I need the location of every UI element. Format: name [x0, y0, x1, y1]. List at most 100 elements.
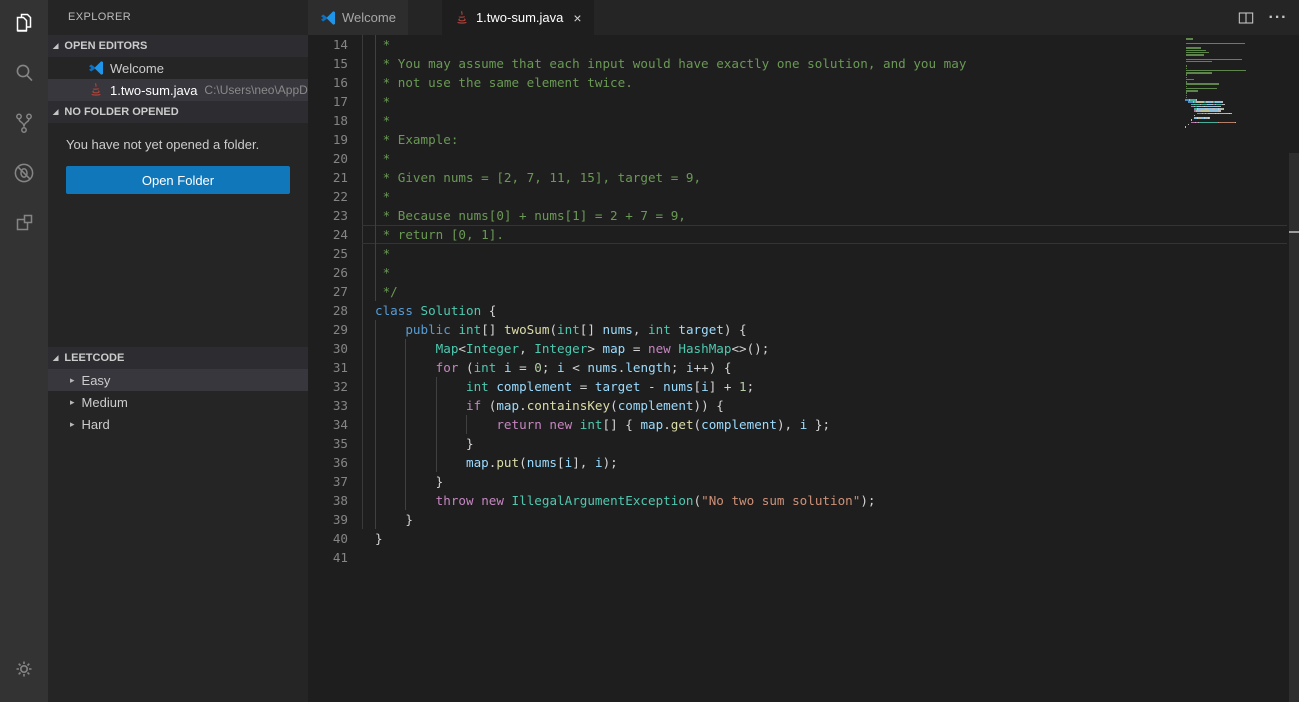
line-number: 21 [308, 168, 348, 187]
activity-bar-item-source-control[interactable] [0, 100, 48, 150]
java-file-icon [88, 82, 104, 98]
sidebar-explorer: EXPLORER ◢ OPEN EDITORS Welcome1.two-sum… [48, 0, 308, 702]
leetcode-item-medium[interactable]: ▸Medium [48, 391, 308, 413]
code-text: * [375, 263, 390, 282]
code-line-40[interactable]: 40} [308, 529, 1299, 548]
overview-ruler-cursor-marker [1289, 231, 1299, 233]
code-line-19[interactable]: 19 * Example: [308, 130, 1299, 149]
debug-icon [12, 161, 36, 190]
section-no-folder[interactable]: ◢ NO FOLDER OPENED [48, 101, 308, 123]
line-number: 16 [308, 73, 348, 92]
minimap-row [1185, 128, 1285, 130]
code-line-35[interactable]: 35 } [308, 434, 1299, 453]
open-editor-row-1-two-sum-java[interactable]: 1.two-sum.javaC:\Users\neo\AppDa.. [48, 79, 308, 101]
settings-button[interactable] [0, 646, 48, 696]
code-line-18[interactable]: 18 * [308, 111, 1299, 130]
code-line-33[interactable]: 33 if (map.containsKey(complement)) { [308, 396, 1299, 415]
tab-1-two-sum-java[interactable]: 1.two-sum.java× [442, 0, 594, 35]
code-text: */ [375, 282, 398, 301]
code-line-41[interactable]: 41 [308, 548, 1299, 567]
code-line-37[interactable]: 37 } [308, 472, 1299, 491]
scrollbar-slider[interactable] [1289, 153, 1299, 702]
code-line-20[interactable]: 20 * [308, 149, 1299, 168]
line-number: 38 [308, 491, 348, 510]
line-number: 25 [308, 244, 348, 263]
section-leetcode[interactable]: ◢ LEETCODE [48, 347, 308, 369]
activity-bar-item-debug[interactable] [0, 150, 48, 200]
code-line-39[interactable]: 39 } [308, 510, 1299, 529]
tab-bar: Welcome 1.two-sum.java× ··· [308, 0, 1299, 35]
code-line-15[interactable]: 15 * You may assume that each input woul… [308, 54, 1299, 73]
tree-item-label: Easy [82, 373, 111, 388]
code-text: } [375, 529, 383, 548]
code-line-27[interactable]: 27 */ [308, 282, 1299, 301]
activity-bar-item-search[interactable] [0, 50, 48, 100]
code-text: } [375, 434, 474, 453]
leetcode-item-hard[interactable]: ▸Hard [48, 413, 308, 435]
code-line-32[interactable]: 32 int complement = target - nums[i] + 1… [308, 377, 1299, 396]
section-label: NO FOLDER OPENED [64, 106, 178, 118]
code-text: int complement = target - nums[i] + 1; [375, 377, 754, 396]
code-text: * [375, 149, 390, 168]
line-number: 28 [308, 301, 348, 320]
open-folder-button[interactable]: Open Folder [66, 166, 290, 194]
code-line-22[interactable]: 22 * [308, 187, 1299, 206]
code-line-36[interactable]: 36 map.put(nums[i], i); [308, 453, 1299, 472]
line-number: 40 [308, 529, 348, 548]
code-line-26[interactable]: 26 * [308, 263, 1299, 282]
tab-welcome[interactable]: Welcome [308, 0, 408, 35]
code-line-16[interactable]: 16 * not use the same element twice. [308, 73, 1299, 92]
search-icon [12, 61, 36, 90]
vscode-window: EXPLORER ◢ OPEN EDITORS Welcome1.two-sum… [0, 0, 1299, 702]
code-text: * You may assume that each input would h… [375, 54, 966, 73]
section-label: OPEN EDITORS [64, 40, 147, 52]
code-line-14[interactable]: 14 * [308, 35, 1299, 54]
code-line-28[interactable]: 28 class Solution { [308, 301, 1299, 320]
activity-bar-item-explorer[interactable] [0, 0, 48, 50]
section-expand-icon: ◢ [53, 42, 58, 50]
vscode-file-icon [320, 10, 336, 26]
minimap[interactable] [1185, 38, 1285, 130]
code-line-21[interactable]: 21 * Given nums = [2, 7, 11, 15], target… [308, 168, 1299, 187]
open-editor-row-welcome[interactable]: Welcome [48, 57, 308, 79]
code-editor[interactable]: 14 *15 * You may assume that each input … [308, 35, 1299, 702]
code-text: class Solution { [375, 301, 496, 320]
code-line-29[interactable]: 29 public int[] twoSum(int[] nums, int t… [308, 320, 1299, 339]
code-line-17[interactable]: 17 * [308, 92, 1299, 111]
code-line-34[interactable]: 34 return new int[] { map.get(complement… [308, 415, 1299, 434]
section-open-editors[interactable]: ◢ OPEN EDITORS [48, 35, 308, 57]
split-editor-icon[interactable] [1235, 7, 1257, 29]
leetcode-item-easy[interactable]: ▸Easy [48, 369, 308, 391]
more-actions-icon[interactable]: ··· [1267, 7, 1289, 29]
vscode-file-icon [88, 60, 104, 76]
code-line-24[interactable]: 24 * return [0, 1]. [308, 225, 1299, 244]
code-line-30[interactable]: 30 Map<Integer, Integer> map = new HashM… [308, 339, 1299, 358]
code-line-25[interactable]: 25 * [308, 244, 1299, 263]
code-line-38[interactable]: 38 throw new IllegalArgumentException("N… [308, 491, 1299, 510]
line-number: 26 [308, 263, 348, 282]
line-number: 27 [308, 282, 348, 301]
code-text: * Given nums = [2, 7, 11, 15], target = … [375, 168, 701, 187]
section-expand-icon: ◢ [53, 354, 58, 362]
code-text: * [375, 35, 390, 54]
code-line-23[interactable]: 23 * Because nums[0] + nums[1] = 2 + 7 =… [308, 206, 1299, 225]
extensions-icon [12, 211, 36, 240]
line-number: 36 [308, 453, 348, 472]
code-text: Map<Integer, Integer> map = new HashMap<… [375, 339, 769, 358]
activity-bar-item-extensions[interactable] [0, 200, 48, 250]
activity-bar [0, 0, 48, 702]
editor-actions: ··· [1235, 0, 1289, 35]
source-control-icon [12, 111, 36, 140]
code-text: * [375, 187, 390, 206]
no-folder-message: You have not yet opened a folder. [48, 123, 308, 162]
line-number: 14 [308, 35, 348, 54]
code-text: * not use the same element twice. [375, 73, 633, 92]
code-line-31[interactable]: 31 for (int i = 0; i < nums.length; i++)… [308, 358, 1299, 377]
chevron-right-icon: ▸ [70, 397, 75, 408]
close-icon[interactable]: × [573, 11, 581, 25]
code-text: * [375, 92, 390, 111]
line-number: 35 [308, 434, 348, 453]
editor-group: Welcome1.two-sum.java× ··· 14 *15 * You … [308, 0, 1299, 702]
line-number: 30 [308, 339, 348, 358]
editor-scrollbar[interactable] [1289, 35, 1299, 702]
